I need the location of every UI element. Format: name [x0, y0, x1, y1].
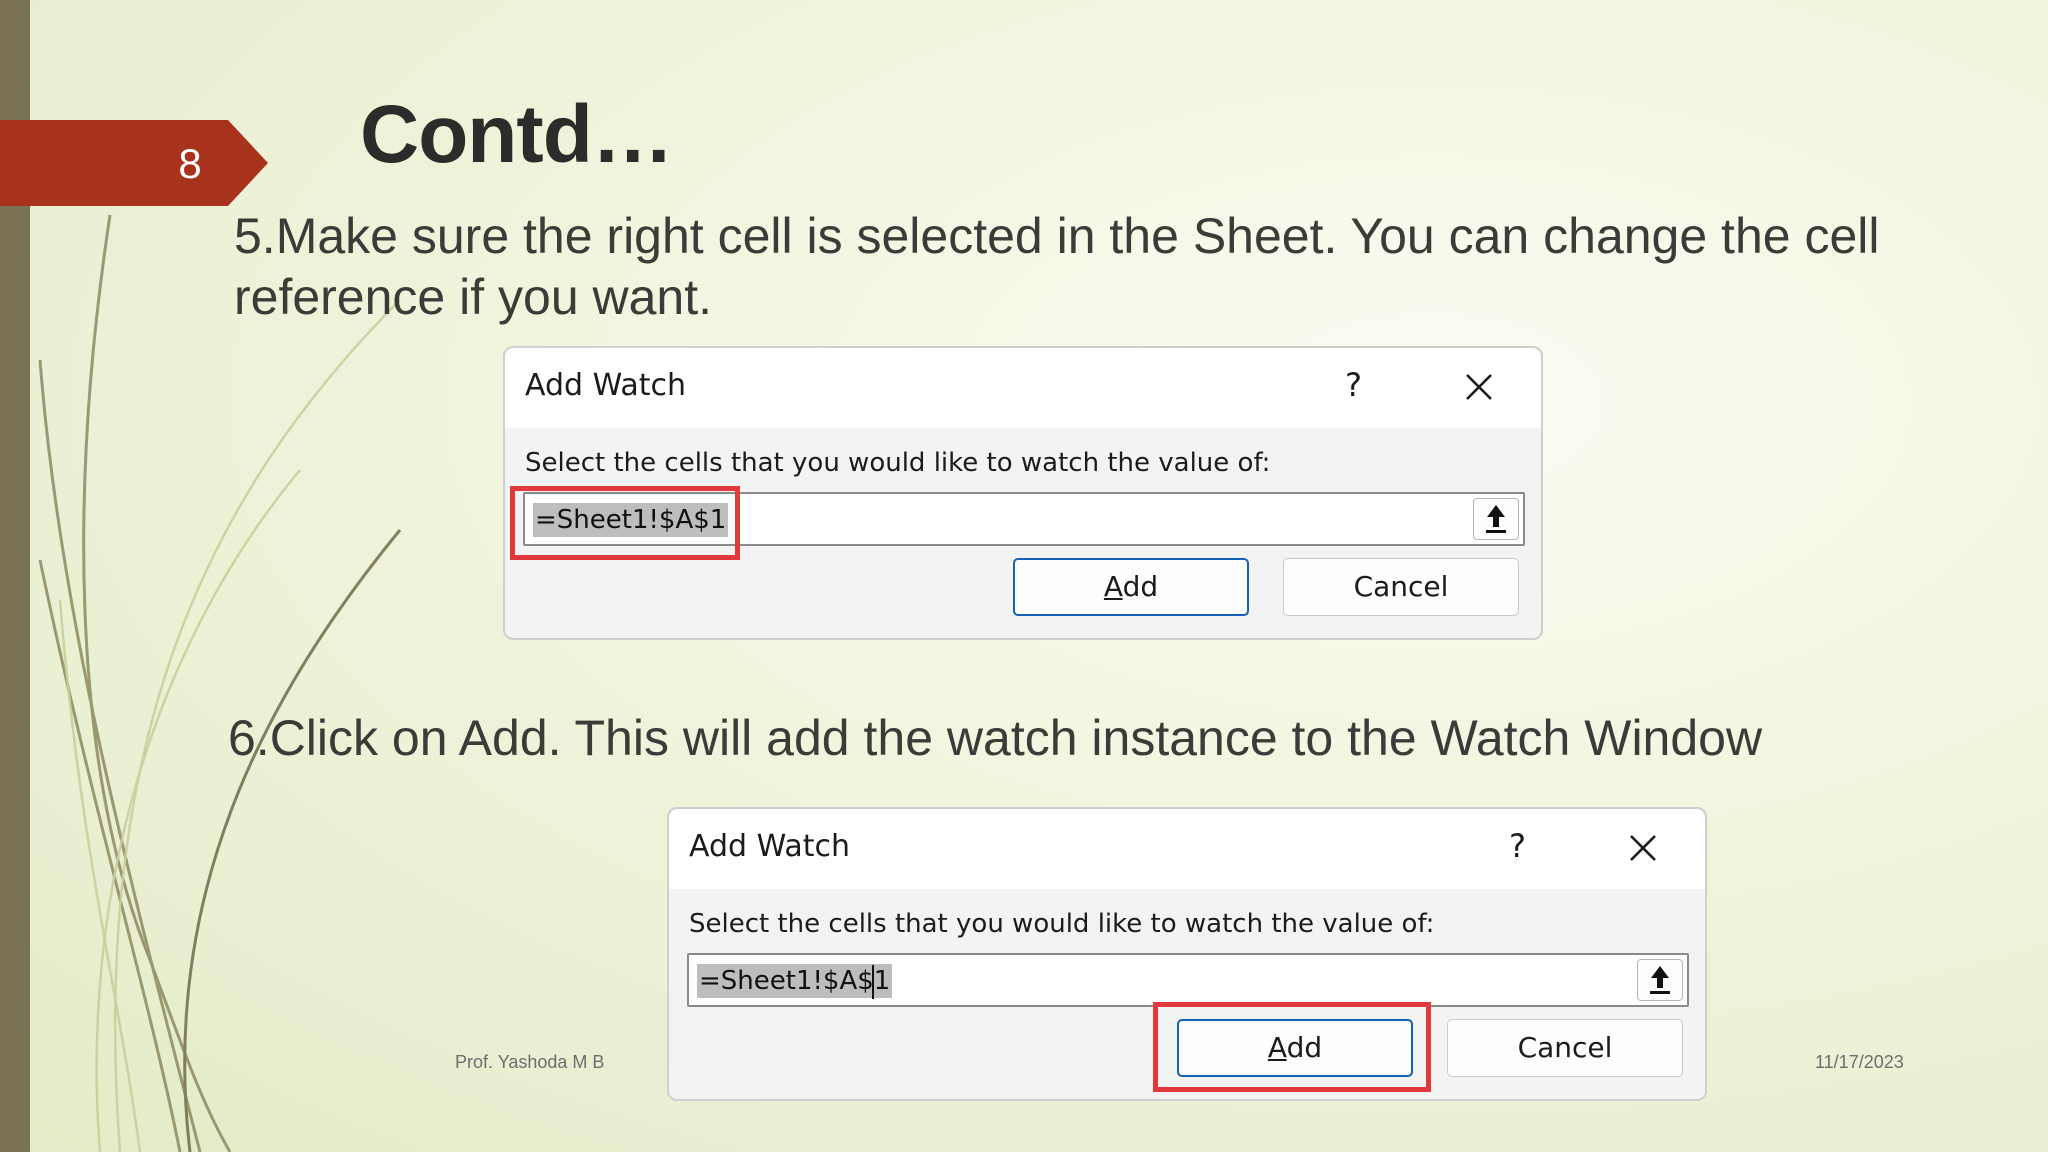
step-5-text: 5.Make sure the right cell is selected i… — [234, 208, 1880, 325]
cell-reference-input[interactable]: =Sheet1!$A$1 — [687, 953, 1689, 1007]
cancel-button[interactable]: Cancel — [1283, 558, 1519, 616]
collapse-dialog-button[interactable] — [1473, 498, 1519, 540]
dialog-header: Add Watch ? — [669, 809, 1705, 889]
slide-number: 8 — [178, 140, 202, 187]
add-button[interactable]: Add — [1013, 558, 1249, 616]
add-button-label: dd — [1122, 570, 1159, 603]
add-button-accesskey: A — [1103, 570, 1123, 603]
cancel-button[interactable]: Cancel — [1447, 1019, 1683, 1077]
input-selected-text: =Sheet1!$A$1 — [697, 964, 893, 998]
dialog-prompt: Select the cells that you would like to … — [525, 448, 1271, 478]
step-6-text: 6.Click on Add. This will add the watch … — [228, 710, 1763, 766]
help-button[interactable]: ? — [1345, 366, 1362, 404]
close-icon[interactable] — [1626, 831, 1660, 865]
dialog-header: Add Watch ? — [505, 348, 1541, 428]
text-caret — [872, 965, 874, 999]
dialog-title: Add Watch — [689, 829, 851, 864]
collapse-dialog-button[interactable] — [1637, 959, 1683, 1001]
dialog-prompt: Select the cells that you would like to … — [689, 909, 1435, 939]
help-button[interactable]: ? — [1509, 827, 1526, 865]
close-icon[interactable] — [1462, 370, 1496, 404]
add-watch-dialog-2: Add Watch ? Select the cells that you wo… — [667, 807, 1707, 1101]
slide-title: Contd… — [360, 89, 674, 180]
footer-author: Prof. Yashoda M B — [455, 1052, 605, 1072]
dialog-title: Add Watch — [525, 368, 687, 403]
add-button-highlight-box — [1153, 1002, 1431, 1092]
footer-date: 11/17/2023 — [1815, 1052, 1904, 1072]
input-highlight-box — [510, 486, 740, 560]
add-watch-dialog-1: Add Watch ? Select the cells that you wo… — [503, 346, 1543, 640]
collapse-dialog-icon — [1650, 966, 1670, 994]
collapse-dialog-icon — [1486, 505, 1506, 533]
